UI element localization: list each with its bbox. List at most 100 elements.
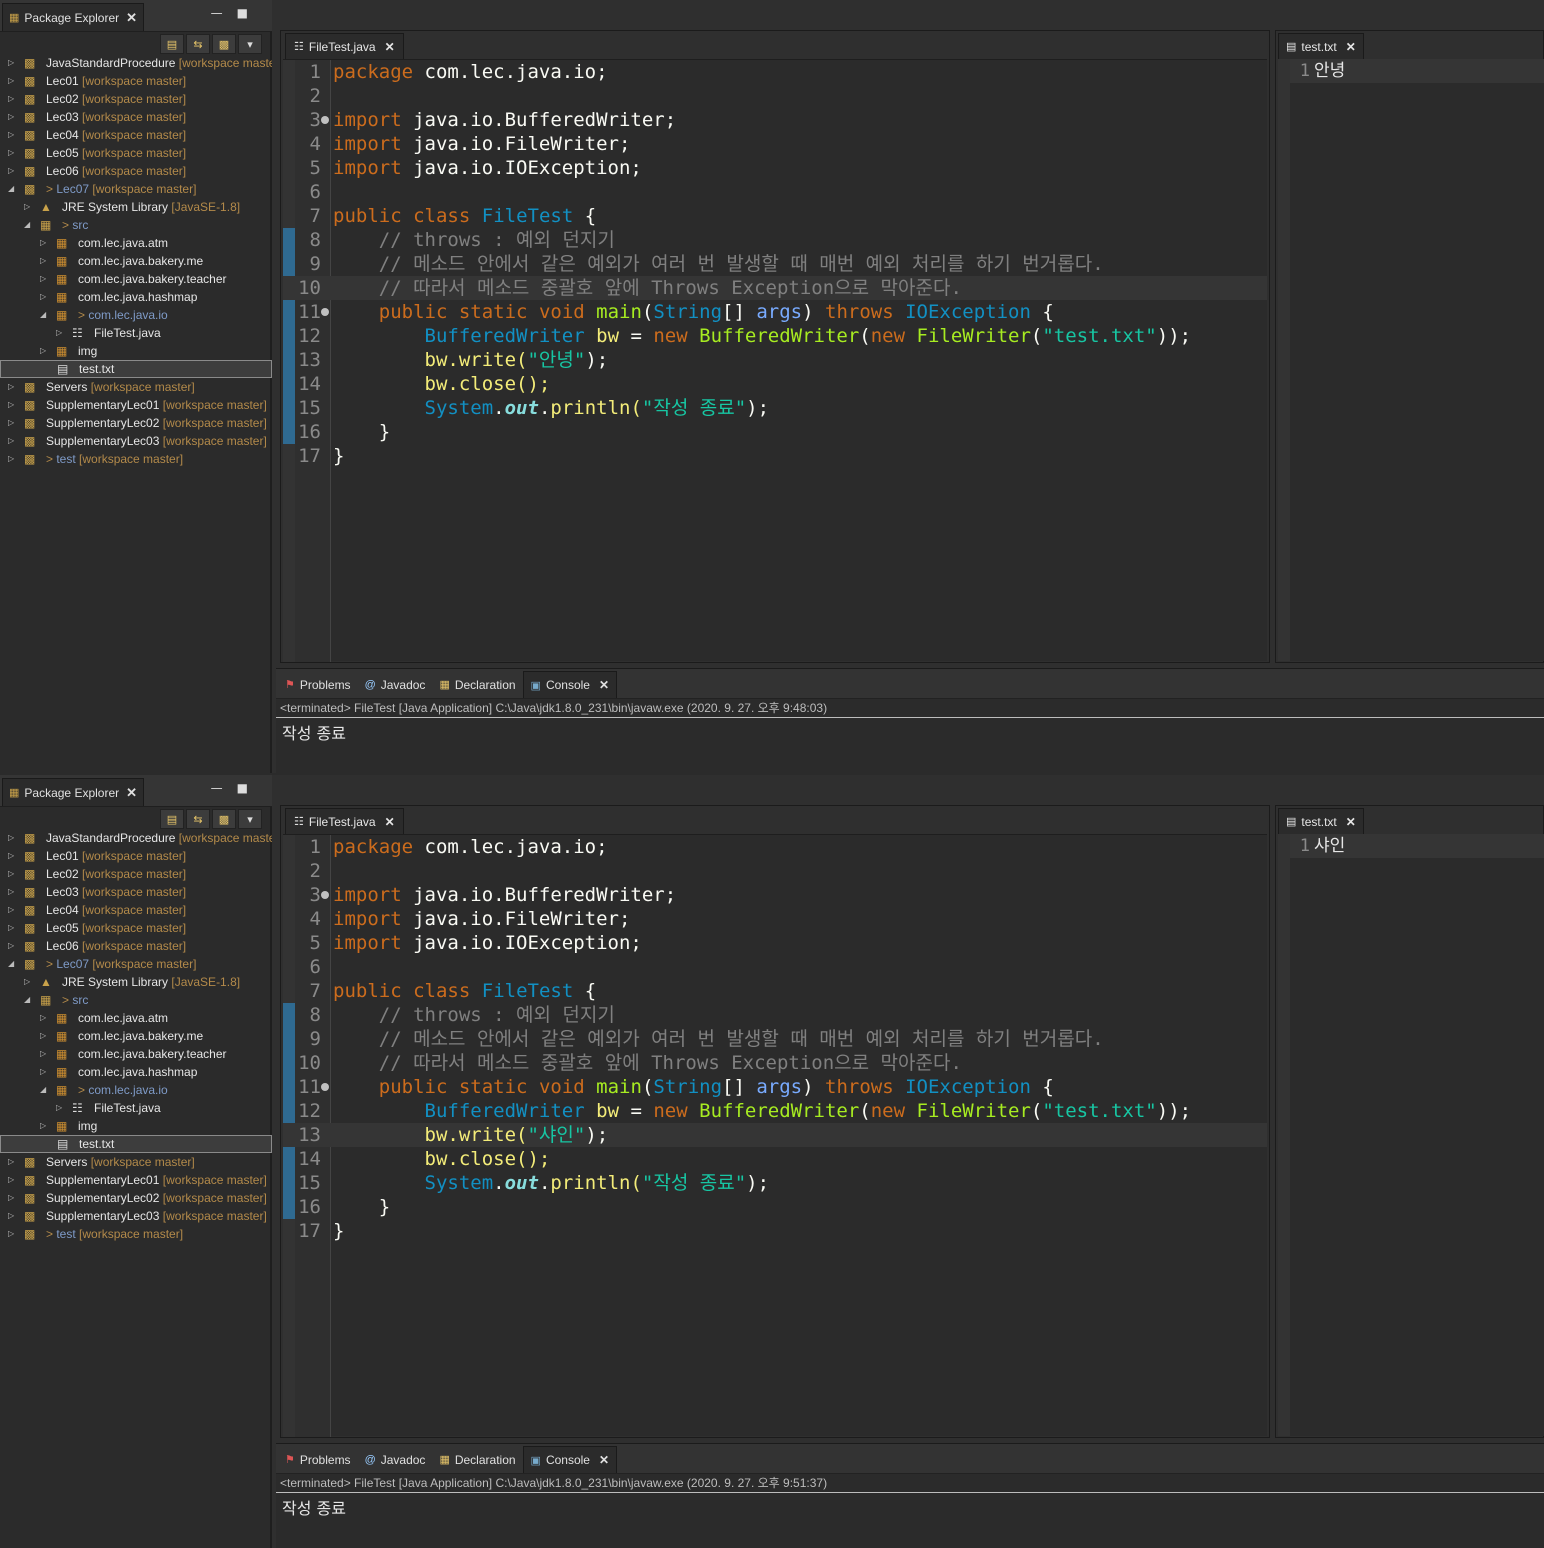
- tree-item[interactable]: ▷ ▦ com.lec.java.bakery.teacher: [0, 1045, 272, 1063]
- expand-right-icon[interactable]: ▷: [8, 162, 14, 180]
- tree-item[interactable]: ▷ ▩ SupplementaryLec03 [workspace master]: [0, 432, 272, 450]
- close-icon[interactable]: ✕: [1346, 40, 1356, 54]
- tree-item[interactable]: ▷ ☷ FileTest.java: [0, 1099, 272, 1117]
- editor-tab-filetest[interactable]: ☷ FileTest.java ✕: [285, 808, 404, 834]
- tree-item[interactable]: ◢ ▦ > src: [0, 216, 272, 234]
- tree-item[interactable]: ▷ ▩ Lec02 [workspace master]: [0, 865, 272, 883]
- text-area[interactable]: 1 샤인: [1278, 834, 1544, 1436]
- console-output[interactable]: 작성 종료: [282, 720, 346, 744]
- tab-declaration[interactable]: ▦ Declaration: [432, 1446, 522, 1473]
- filter-icon[interactable]: ▩: [212, 809, 236, 829]
- tree-item[interactable]: ▤ test.txt: [0, 1135, 272, 1153]
- maximize-icon[interactable]: ■: [237, 781, 262, 795]
- expand-right-icon[interactable]: ▷: [8, 396, 14, 414]
- expand-right-icon[interactable]: ▷: [8, 847, 14, 865]
- expand-right-icon[interactable]: ▷: [40, 1027, 46, 1045]
- tab-problems[interactable]: ⚑ Problems: [278, 671, 358, 698]
- expand-right-icon[interactable]: ▷: [40, 270, 46, 288]
- tree-item[interactable]: ▷ ▩ Lec01 [workspace master]: [0, 72, 272, 90]
- tree-item[interactable]: ▷ ▩ Lec02 [workspace master]: [0, 90, 272, 108]
- tree-item[interactable]: ▷ ▩ JavaStandardProcedure [workspace maste: [0, 829, 272, 847]
- tree-item[interactable]: ▷ ▩ Lec04 [workspace master]: [0, 126, 272, 144]
- tree-item[interactable]: ▷ ▩ Lec06 [workspace master]: [0, 937, 272, 955]
- tree-item[interactable]: ▷ ▦ com.lec.java.hashmap: [0, 1063, 272, 1081]
- tree-item[interactable]: ◢ ▩ > Lec07 [workspace master]: [0, 180, 272, 198]
- tree-item[interactable]: ▷ ☷ FileTest.java: [0, 324, 272, 342]
- tree-item[interactable]: ▷ ▩ SupplementaryLec01 [workspace master]: [0, 396, 272, 414]
- expand-down-icon[interactable]: ◢: [8, 180, 14, 198]
- editor-tab-test-txt[interactable]: ▤ test.txt ✕: [1278, 808, 1364, 834]
- collapse-all-icon[interactable]: ▤: [160, 34, 184, 54]
- tab-console[interactable]: ▣ Console ✕: [522, 1446, 618, 1473]
- console-output[interactable]: 작성 종료: [282, 1495, 346, 1519]
- expand-right-icon[interactable]: ▷: [8, 919, 14, 937]
- tree-item[interactable]: ▷ ▩ Servers [workspace master]: [0, 378, 272, 396]
- tree-item[interactable]: ◢ ▦ > com.lec.java.io: [0, 306, 272, 324]
- tree-item[interactable]: ▷ ▩ SupplementaryLec01 [workspace master]: [0, 1171, 272, 1189]
- expand-right-icon[interactable]: ▷: [8, 108, 14, 126]
- close-icon[interactable]: ✕: [1346, 815, 1356, 829]
- text-area[interactable]: 1 안녕: [1278, 59, 1544, 661]
- expand-right-icon[interactable]: ▷: [40, 342, 46, 360]
- fold-toggle-icon[interactable]: [321, 308, 329, 316]
- expand-right-icon[interactable]: ▷: [8, 937, 14, 955]
- expand-right-icon[interactable]: ▷: [40, 1117, 46, 1135]
- tree-item[interactable]: ▷ ▩ SupplementaryLec03 [workspace master]: [0, 1207, 272, 1225]
- expand-right-icon[interactable]: ▷: [8, 144, 14, 162]
- tree-item[interactable]: ▷ ▲ JRE System Library [JavaSE-1.8]: [0, 198, 272, 216]
- tree-item[interactable]: ▷ ▦ img: [0, 1117, 272, 1135]
- tree-item[interactable]: ◢ ▩ > Lec07 [workspace master]: [0, 955, 272, 973]
- expand-right-icon[interactable]: ▷: [8, 829, 14, 847]
- expand-right-icon[interactable]: ▷: [8, 865, 14, 883]
- code-area[interactable]: 1 package com.lec.java.io; 2 3 import java.i…: [283, 59, 1267, 662]
- tree-item[interactable]: ▷ ▩ Servers [workspace master]: [0, 1153, 272, 1171]
- tab-declaration[interactable]: ▦ Declaration: [432, 671, 522, 698]
- tree-item[interactable]: ▷ ▦ com.lec.java.atm: [0, 234, 272, 252]
- expand-right-icon[interactable]: ▷: [8, 90, 14, 108]
- link-editor-icon[interactable]: ⇆: [186, 809, 210, 829]
- tree-item[interactable]: ▷ ▩ > test [workspace master]: [0, 450, 272, 468]
- view-menu-icon[interactable]: ▾: [238, 34, 262, 54]
- expand-right-icon[interactable]: ▷: [8, 414, 14, 432]
- expand-right-icon[interactable]: ▷: [8, 450, 14, 468]
- expand-right-icon[interactable]: ▷: [8, 1207, 14, 1225]
- expand-right-icon[interactable]: ▷: [8, 126, 14, 144]
- expand-right-icon[interactable]: ▷: [24, 198, 30, 216]
- fold-toggle-icon[interactable]: [321, 1083, 329, 1091]
- fold-toggle-icon[interactable]: [321, 116, 329, 124]
- minimize-icon[interactable]: —: [211, 781, 237, 795]
- editor-tab-filetest[interactable]: ☷ FileTest.java ✕: [285, 33, 404, 59]
- close-icon[interactable]: ✕: [599, 1453, 609, 1467]
- maximize-icon[interactable]: ■: [237, 6, 262, 20]
- tree-item[interactable]: ▷ ▦ img: [0, 342, 272, 360]
- expand-right-icon[interactable]: ▷: [24, 973, 30, 991]
- expand-right-icon[interactable]: ▷: [8, 1153, 14, 1171]
- expand-right-icon[interactable]: ▷: [8, 883, 14, 901]
- expand-right-icon[interactable]: ▷: [40, 234, 46, 252]
- expand-right-icon[interactable]: ▷: [56, 1099, 62, 1117]
- expand-right-icon[interactable]: ▷: [8, 1189, 14, 1207]
- expand-right-icon[interactable]: ▷: [8, 378, 14, 396]
- tree-item[interactable]: ▷ ▩ JavaStandardProcedure [workspace maste: [0, 54, 272, 72]
- tree-item[interactable]: ▷ ▩ Lec05 [workspace master]: [0, 144, 272, 162]
- expand-right-icon[interactable]: ▷: [40, 1063, 46, 1081]
- collapse-all-icon[interactable]: ▤: [160, 809, 184, 829]
- tree-item[interactable]: ▤ test.txt: [0, 360, 272, 378]
- tab-javadoc[interactable]: @ Javadoc: [358, 671, 433, 698]
- tree-item[interactable]: ◢ ▦ > com.lec.java.io: [0, 1081, 272, 1099]
- expand-right-icon[interactable]: ▷: [8, 901, 14, 919]
- expand-right-icon[interactable]: ▷: [56, 324, 62, 342]
- expand-right-icon[interactable]: ▷: [40, 1009, 46, 1027]
- tree-item[interactable]: ▷ ▦ com.lec.java.atm: [0, 1009, 272, 1027]
- view-menu-icon[interactable]: ▾: [238, 809, 262, 829]
- expand-down-icon[interactable]: ◢: [8, 955, 14, 973]
- expand-right-icon[interactable]: ▷: [40, 252, 46, 270]
- tree-item[interactable]: ◢ ▦ > src: [0, 991, 272, 1009]
- tree-item[interactable]: ▷ ▩ Lec03 [workspace master]: [0, 883, 272, 901]
- code-area[interactable]: 1 package com.lec.java.io; 2 3 import java.i…: [283, 834, 1267, 1437]
- tree-item[interactable]: ▷ ▩ Lec03 [workspace master]: [0, 108, 272, 126]
- tab-console[interactable]: ▣ Console ✕: [522, 671, 618, 698]
- tree-item[interactable]: ▷ ▦ com.lec.java.bakery.me: [0, 252, 272, 270]
- tree-item[interactable]: ▷ ▦ com.lec.java.bakery.teacher: [0, 270, 272, 288]
- tree-item[interactable]: ▷ ▲ JRE System Library [JavaSE-1.8]: [0, 973, 272, 991]
